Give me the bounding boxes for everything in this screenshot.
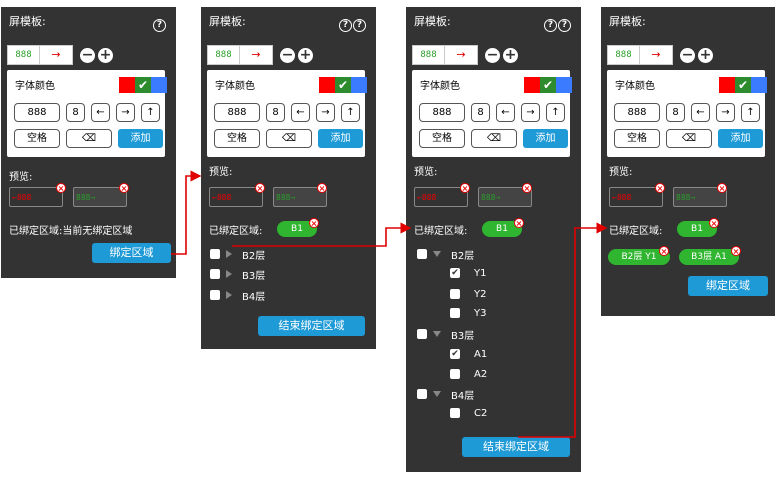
connector-arrow-1: [171, 170, 202, 255]
connector-arrow-2: [232, 222, 412, 247]
flow-connectors: [171, 170, 608, 438]
connector-arrow-3: [518, 222, 608, 438]
